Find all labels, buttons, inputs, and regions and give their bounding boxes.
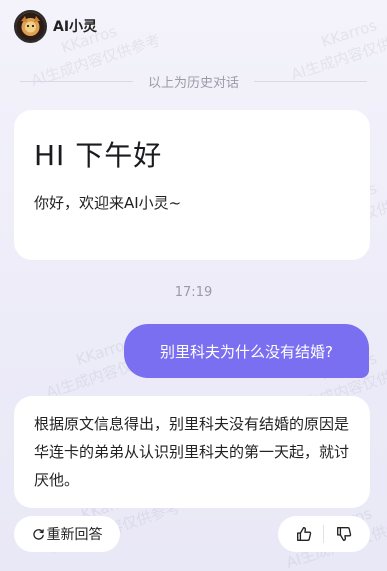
ai-answer-card[interactable]: 根据原文信息得出，别里科夫没有结婚的原因是华连卡的弟弟从认识别里科夫的第一天起，…: [14, 396, 370, 508]
refresh-icon: [32, 528, 44, 540]
top-bar: AI小灵: [0, 0, 387, 52]
greeting-title: HI 下午好: [34, 139, 163, 172]
divider-line: [254, 80, 368, 82]
ai-answer-text: 根据原文信息得出，别里科夫没有结婚的原因是华连卡的弟弟从认识别里科夫的第一天起，…: [34, 415, 350, 489]
greeting-card: HI 下午好 你好，欢迎来AI小灵~: [14, 110, 370, 260]
history-divider: 以上为历史对话: [20, 71, 368, 91]
thumbs-up-icon[interactable]: [295, 525, 313, 543]
divider-line: [20, 80, 133, 82]
regenerate-button[interactable]: 重新回答: [14, 516, 120, 552]
feedback-divider: [323, 525, 325, 543]
thumbs-down-icon[interactable]: [335, 525, 353, 543]
regenerate-label: 重新回答: [46, 527, 103, 543]
app-title: AI小灵: [53, 19, 98, 35]
user-message-text: 别里科夫为什么没有结婚?: [160, 342, 333, 361]
feedback-group: [278, 516, 370, 552]
history-divider-label: 以上为历史对话: [148, 75, 240, 91]
avatar-icon[interactable]: [14, 9, 47, 43]
greeting-subtitle: 你好，欢迎来AI小灵~: [34, 194, 182, 212]
user-message-bubble[interactable]: 别里科夫为什么没有结婚?: [124, 324, 369, 378]
message-timestamp: 17:19: [174, 285, 213, 300]
